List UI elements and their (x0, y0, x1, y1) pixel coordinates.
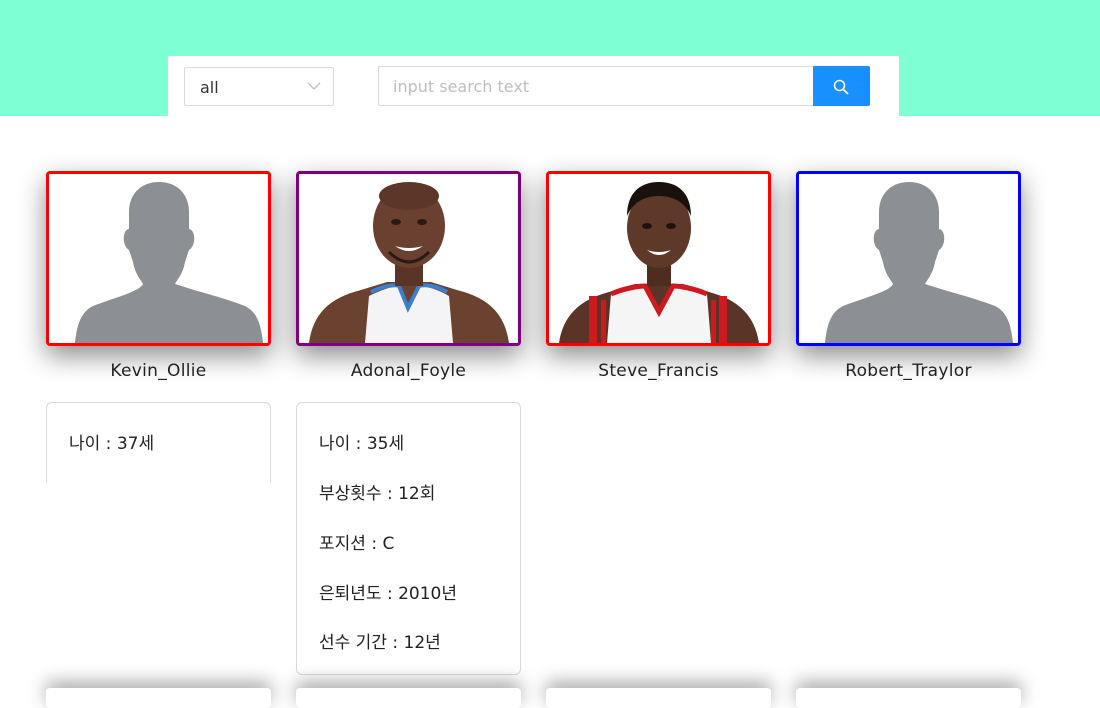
player-name-steve-francis: Steve_Francis (598, 361, 719, 381)
next-row-card-edge (546, 688, 771, 708)
player-name-kevin-ollie: Kevin_Ollie (110, 361, 207, 381)
info-career-length: 선수 기간 : 12년 (319, 633, 441, 653)
category-select-value: all (200, 78, 219, 97)
category-select[interactable]: all (184, 67, 334, 106)
search-input[interactable] (378, 66, 814, 106)
next-row-card-edge (296, 688, 521, 708)
player-photo-image (549, 174, 768, 343)
chevron-down-icon (307, 82, 321, 90)
info-age: 나이 : 37세 (69, 434, 155, 454)
info-position: 포지션 : C (319, 534, 395, 554)
next-row-card-edge (46, 688, 271, 708)
search-icon (833, 79, 849, 95)
silhouette-placeholder-image (799, 174, 1018, 343)
info-age: 나이 : 35세 (319, 434, 405, 454)
info-retire-year: 은퇴년도 : 2010년 (319, 584, 457, 604)
player-card-kevin-ollie[interactable] (46, 171, 271, 346)
player-info-kevin-ollie: 나이 : 37세 (46, 402, 271, 482)
next-row-card-edge (796, 688, 1021, 708)
search-panel: all (168, 56, 899, 116)
player-name-robert-traylor: Robert_Traylor (845, 361, 972, 381)
player-info-adonal-foyle: 나이 : 35세 부상횟수 : 12회 포지션 : C 은퇴년도 : 2010년… (296, 402, 521, 675)
player-card-adonal-foyle[interactable] (296, 171, 521, 346)
player-photo-image (299, 174, 518, 343)
info-injuries: 부상횟수 : 12회 (319, 484, 436, 504)
silhouette-placeholder-image (49, 174, 268, 343)
player-card-steve-francis[interactable] (546, 171, 771, 346)
player-card-robert-traylor[interactable] (796, 171, 1021, 346)
search-button[interactable] (813, 66, 870, 106)
player-name-adonal-foyle: Adonal_Foyle (350, 361, 467, 381)
